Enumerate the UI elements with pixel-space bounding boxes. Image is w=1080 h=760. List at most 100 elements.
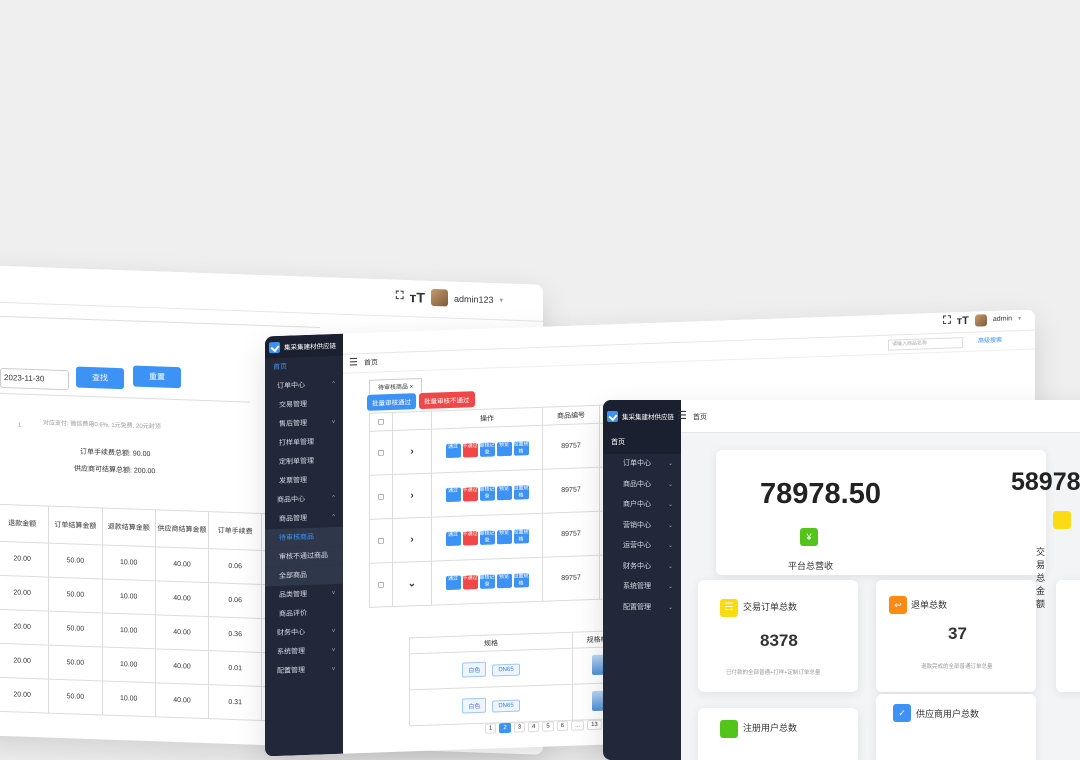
note-index: 1: [18, 422, 22, 429]
record-button[interactable]: 审核记录: [479, 442, 495, 457]
fullscreen-icon[interactable]: ⛶: [943, 314, 951, 327]
page-number[interactable]: 13: [587, 719, 602, 731]
sidebar-item[interactable]: 首页: [603, 432, 681, 454]
spec-setting-button[interactable]: 设置规格: [513, 573, 529, 588]
expand-icon[interactable]: ›: [392, 473, 432, 519]
row-checkbox[interactable]: ☐: [369, 430, 393, 476]
date-input[interactable]: 2023-11-30: [0, 367, 69, 391]
breadcrumb[interactable]: 首页: [364, 360, 378, 367]
sidebar-item[interactable]: 营销中心 ⌄: [603, 516, 681, 537]
preview-button[interactable]: 预览: [496, 529, 512, 544]
spec-setting-button[interactable]: 设置规格: [513, 529, 529, 544]
chevron-icon: ^: [332, 495, 335, 502]
sidebar-item[interactable]: 财务中心 ⌄: [603, 557, 681, 578]
preview-button[interactable]: 预览: [496, 441, 512, 456]
search-button[interactable]: 查找: [76, 366, 124, 390]
logo-icon: [607, 410, 618, 422]
pass-button[interactable]: 通过: [445, 531, 461, 546]
preview-button[interactable]: 预览: [496, 573, 512, 588]
supplier-icon: ✓: [893, 704, 911, 722]
page-number[interactable]: ...: [571, 720, 585, 731]
pass-button[interactable]: 通过: [445, 487, 461, 502]
revenue-label: 平台总营收: [788, 561, 834, 571]
logo: 集采集建材供应链: [265, 333, 343, 359]
table-cell: 10.00: [102, 544, 156, 581]
sidebar-item[interactable]: 运营中心 ⌄: [603, 536, 681, 557]
chevron-down-icon: ⌄: [667, 502, 673, 508]
col-header: 订单结算金额: [48, 506, 103, 545]
batch-pass-button[interactable]: 批量审核通过: [367, 393, 416, 411]
col-code: 商品编号: [542, 405, 600, 426]
record-button[interactable]: 审核记录: [479, 486, 495, 501]
sidebar-item[interactable]: 配置管理 v: [265, 660, 343, 682]
spec-tag: 白色: [462, 697, 487, 714]
preview-button[interactable]: 预览: [496, 485, 512, 500]
page-number[interactable]: 4: [528, 721, 540, 733]
sidebar-item[interactable]: 商户中心 ⌄: [603, 495, 681, 516]
sidebar-item[interactable]: 订单中心 ⌄: [603, 454, 681, 475]
table-cell: 40.00: [155, 614, 209, 651]
fullscreen-icon[interactable]: ⛶: [396, 290, 404, 303]
expand-icon[interactable]: ›: [392, 429, 432, 475]
page-number[interactable]: 6: [556, 720, 569, 732]
advanced-search-link[interactable]: 高级搜索: [978, 332, 1002, 351]
sidebar-item-label: 打样单管理: [279, 438, 314, 447]
sidebar-item-label: 审核不通过商品: [279, 552, 328, 561]
fee-total: 订单手续费总额: 90.00: [80, 448, 151, 459]
chevron-down-icon[interactable]: ▾: [1018, 315, 1021, 322]
row-checkbox[interactable]: ☐: [369, 562, 393, 608]
reset-button[interactable]: 重置: [133, 365, 181, 389]
table-row: ☐ ⌄ 通过 不通过 审核记录预览 设置规格 89757: [369, 554, 629, 608]
menu-toggle-icon[interactable]: ☰: [677, 410, 687, 422]
table-cell: 20.00: [0, 541, 49, 578]
avatar[interactable]: [430, 288, 448, 307]
reject-button[interactable]: 不通过: [462, 531, 478, 546]
page-number[interactable]: 2: [499, 722, 511, 734]
select-all-checkbox[interactable]: ☐: [369, 412, 393, 432]
col-header: 退款结算金额: [102, 507, 156, 547]
table-cell: 40.00: [155, 546, 209, 583]
operation-cell: 通过 不通过 审核记录预览 设置规格: [431, 557, 543, 606]
registered-users-card: 注册用户总数: [698, 708, 858, 760]
row-checkbox[interactable]: ☐: [369, 518, 393, 564]
font-size-icon[interactable]: ᴛT: [957, 314, 969, 326]
expand-icon[interactable]: ›: [392, 517, 432, 563]
logo-icon: [269, 341, 280, 353]
page-number[interactable]: 3: [513, 722, 526, 733]
operation-cell: 通过 不通过 审核记录预览 设置规格: [431, 469, 543, 518]
table-cell: 50.00: [48, 645, 103, 681]
pass-button[interactable]: 通过: [445, 443, 461, 458]
record-button[interactable]: 审核记录: [479, 574, 495, 589]
sidebar-item[interactable]: 配置管理 ⌄: [603, 598, 681, 619]
reject-button[interactable]: 不通过: [462, 575, 478, 590]
expand-icon[interactable]: ⌄: [392, 561, 432, 607]
sidebar-item[interactable]: 系统管理 ⌄: [603, 577, 681, 598]
breadcrumb[interactable]: 首页: [693, 414, 707, 421]
spec-setting-button[interactable]: 设置规格: [513, 485, 529, 500]
reject-button[interactable]: 不通过: [462, 443, 478, 458]
refund-desc: 退款完成的全部普通订单总量: [921, 664, 993, 670]
trade-value: 58978: [1011, 468, 1080, 496]
table-cell: 20.00: [0, 575, 49, 612]
orders-title: 交易订单总数: [743, 602, 798, 612]
chevron-down-icon[interactable]: ▾: [499, 296, 503, 304]
table-cell: 10.00: [102, 680, 156, 717]
record-button[interactable]: 审核记录: [479, 530, 495, 545]
sidebar-item[interactable]: 商品中心 ⌄: [603, 475, 681, 496]
avatar[interactable]: [974, 313, 987, 327]
font-size-icon[interactable]: ᴛT: [410, 289, 425, 306]
page-number[interactable]: 1: [485, 723, 497, 734]
supplier-users-card: ✓ 供应商用户总数: [876, 694, 1036, 760]
menu-toggle-icon[interactable]: ☰: [349, 357, 358, 368]
sidebar-item-label: 配置管理: [277, 667, 305, 676]
search-input[interactable]: 请输入商品名称: [888, 337, 963, 351]
table-cell: 40.00: [155, 648, 209, 685]
batch-reject-button[interactable]: 批量审核不通过: [419, 391, 475, 410]
page-number[interactable]: 5: [542, 721, 554, 732]
spec-setting-button[interactable]: 设置规格: [513, 441, 529, 456]
reject-button[interactable]: 不通过: [462, 487, 478, 502]
dashboard-body: 78978.50 ¥ 平台总营收 58978 交易总金额 ☰ 交易订单总数 83…: [681, 433, 1080, 760]
row-checkbox[interactable]: ☐: [369, 474, 393, 520]
tab-pending-goods[interactable]: 待审核商品 ×: [369, 377, 423, 394]
pass-button[interactable]: 通过: [445, 575, 461, 590]
